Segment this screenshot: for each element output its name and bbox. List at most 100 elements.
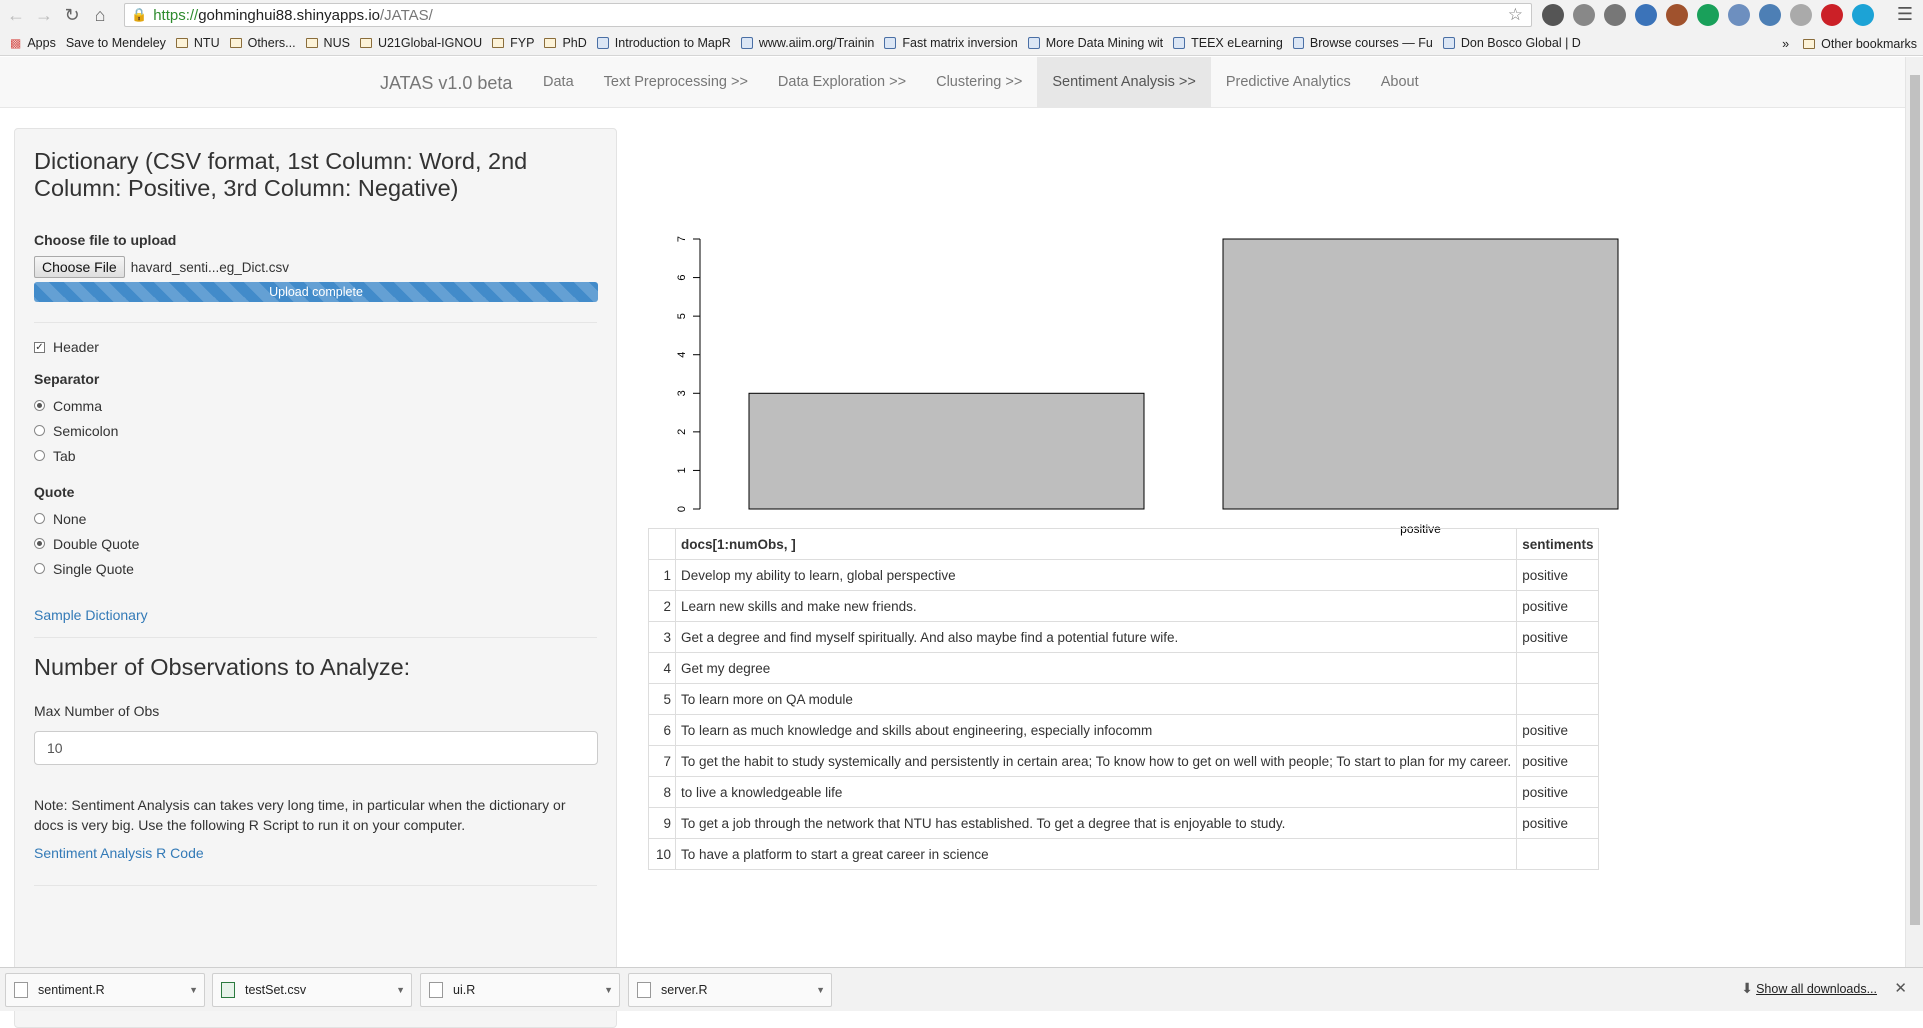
checkbox-checked-icon[interactable]: ✓ (34, 341, 45, 353)
chevron-down-icon[interactable]: ▼ (604, 985, 613, 995)
tab-clustering[interactable]: Clustering >> (921, 57, 1037, 108)
download-item-server-r[interactable]: server.R ▼ (628, 973, 832, 1007)
bookmark-item[interactable]: Save to Mendeley (0, 36, 166, 100)
bookmark-item[interactable]: Fast matrix inversion (884, 36, 1018, 50)
y-tick-label: 6 (676, 275, 688, 281)
circle-icon[interactable] (1790, 4, 1812, 26)
tab-text-preprocessing[interactable]: Text Preprocessing >> (589, 57, 763, 108)
tab-about[interactable]: About (1366, 57, 1434, 108)
arc-icon[interactable] (1728, 4, 1750, 26)
globe-icon[interactable] (1604, 4, 1626, 26)
table-row: 6 To learn as much knowledge and skills a… (648, 714, 1600, 746)
sidebar-panel: Dictionary (CSV format, 1st Column: Word… (14, 128, 617, 1028)
quote-option-single[interactable]: Single Quote (34, 556, 597, 581)
close-icon[interactable]: ✕ (1894, 979, 1907, 997)
satellite-icon[interactable] (1759, 4, 1781, 26)
menu-icon[interactable]: ☰ (1897, 4, 1913, 25)
hand-icon[interactable] (1666, 4, 1688, 26)
pinterest-icon[interactable] (1821, 4, 1843, 26)
url-host: gohminghui88.shinyapps.io (198, 6, 381, 24)
chevron-down-icon[interactable]: ▼ (396, 985, 405, 995)
bookmark-item[interactable]: Browse courses — Fu (1292, 36, 1433, 50)
r-code-link[interactable]: Sentiment Analysis R Code (34, 845, 204, 861)
download-item-sentiment-r[interactable]: sentiment.R ▼ (5, 973, 205, 1007)
table-row: 9 To get a job through the network that N… (648, 807, 1600, 839)
radio-icon[interactable] (34, 450, 45, 461)
back-icon[interactable]: ← (4, 4, 28, 28)
bookmarks-bar: ▩ Apps Save to Mendeley NTU Others... NUS… (0, 31, 1923, 100)
wave-icon[interactable] (1852, 4, 1874, 26)
sentiment-cell: positive (1516, 776, 1600, 808)
download-icon[interactable] (1635, 4, 1657, 26)
vertical-scrollbar[interactable] (1905, 57, 1923, 967)
separator-option-tab[interactable]: Tab (34, 443, 597, 468)
tab-sentiment-analysis[interactable]: Sentiment Analysis >> (1037, 57, 1211, 108)
bookmark-item[interactable]: TEEX eLearning (1173, 36, 1283, 50)
folder-icon (305, 38, 318, 48)
table-row: 10 To have a platform to start a great ca… (648, 838, 1600, 870)
dictionary-heading: Dictionary (CSV format, 1st Column: Word… (34, 148, 528, 201)
sentiment-cell: positive (1516, 621, 1600, 653)
radio-selected-icon[interactable] (34, 400, 45, 411)
table-row: 3 Get a degree and find myself spirituall… (648, 621, 1600, 653)
chevron-down-icon[interactable]: ▼ (816, 985, 825, 995)
grammarly-icon[interactable] (1697, 4, 1719, 26)
tab-data-exploration[interactable]: Data Exploration >> (763, 57, 921, 108)
show-all-downloads-link[interactable]: Show all downloads... (1756, 982, 1877, 996)
graduation-cap-icon[interactable] (1542, 4, 1564, 26)
bookmark-item[interactable]: More Data Mining wit (1027, 36, 1163, 50)
more-bookmarks-button[interactable]: » (1782, 37, 1789, 51)
bookmark-star-icon[interactable]: ☆ (1508, 5, 1523, 25)
scrollbar-thumb[interactable] (1910, 75, 1920, 925)
forward-icon[interactable]: → (32, 4, 56, 28)
sentiment-cell: positive (1516, 807, 1600, 839)
home-icon[interactable]: ⌂ (88, 4, 112, 28)
bookmark-folder[interactable]: Others... (229, 36, 296, 50)
radio-icon[interactable] (34, 563, 45, 574)
download-item-ui-r[interactable]: ui.R ▼ (420, 973, 620, 1007)
radio-icon[interactable] (34, 513, 45, 524)
header-checkbox[interactable]: ✓ Header (34, 339, 597, 355)
row-index: 7 (648, 745, 676, 777)
quote-option-none[interactable]: None (34, 506, 597, 531)
radio-selected-icon[interactable] (34, 538, 45, 549)
other-bookmarks[interactable]: Other bookmarks (1803, 37, 1917, 51)
bookmark-item[interactable]: Don Bosco Global | D (1442, 36, 1581, 50)
site-icon (740, 37, 753, 49)
sentiment-bar-chart: 01234567positive (676, 236, 1619, 536)
bookmark-item[interactable]: www.aiim.org/Trainin (740, 36, 874, 50)
max-obs-input[interactable]: 10 (34, 731, 598, 765)
chevron-down-icon[interactable]: ▼ (189, 985, 198, 995)
bookmark-apps[interactable]: ▩ Apps (10, 36, 56, 50)
quote-option-double[interactable]: Double Quote (34, 531, 597, 556)
table-row: 2 Learn new skills and make new friends. p… (648, 590, 1600, 622)
bookmark-folder[interactable]: NUS (305, 36, 350, 50)
screenshot-icon[interactable] (1573, 4, 1595, 26)
tab-predictive-analytics[interactable]: Predictive Analytics (1211, 57, 1366, 108)
sample-dictionary-link[interactable]: Sample Dictionary (34, 607, 148, 623)
radio-icon[interactable] (34, 425, 45, 436)
bookmark-folder[interactable]: PhD (544, 36, 587, 50)
y-tick-label: 4 (676, 352, 688, 358)
nav-tabs: Data Text Preprocessing >> Data Explorat… (528, 57, 1434, 108)
file-icon (14, 982, 28, 998)
app-brand[interactable]: JATAS v1.0 beta (380, 73, 512, 94)
bookmark-item[interactable]: Introduction to MapR (596, 36, 731, 50)
spreadsheet-icon (221, 982, 235, 998)
doc-cell: to live a knowledgeable life (674, 776, 1518, 808)
bookmark-folder[interactable]: FYP (492, 36, 534, 50)
reload-icon[interactable]: ↻ (60, 4, 84, 28)
download-item-testset-csv[interactable]: testSet.csv ▼ (212, 973, 412, 1007)
tab-data[interactable]: Data (528, 57, 589, 108)
doc-cell: Get my degree (674, 652, 1518, 684)
doc-cell: To get the habit to study systemically a… (674, 745, 1518, 777)
doc-cell: To learn as much knowledge and skills ab… (674, 714, 1518, 746)
quote-label: Quote (34, 484, 75, 500)
bookmark-folder[interactable]: NTU (175, 36, 220, 50)
bookmark-folder[interactable]: U21Global-IGNOU (359, 36, 482, 50)
address-bar[interactable]: 🔒 https://gohminghui88.shinyapps.io/JATA… (124, 3, 1532, 27)
file-name: havard_senti...eg_Dict.csv (130, 259, 290, 275)
separator-option-comma[interactable]: Comma (34, 393, 597, 418)
separator-option-semicolon[interactable]: Semicolon (34, 418, 597, 443)
choose-file-button[interactable]: Choose File (34, 256, 125, 278)
